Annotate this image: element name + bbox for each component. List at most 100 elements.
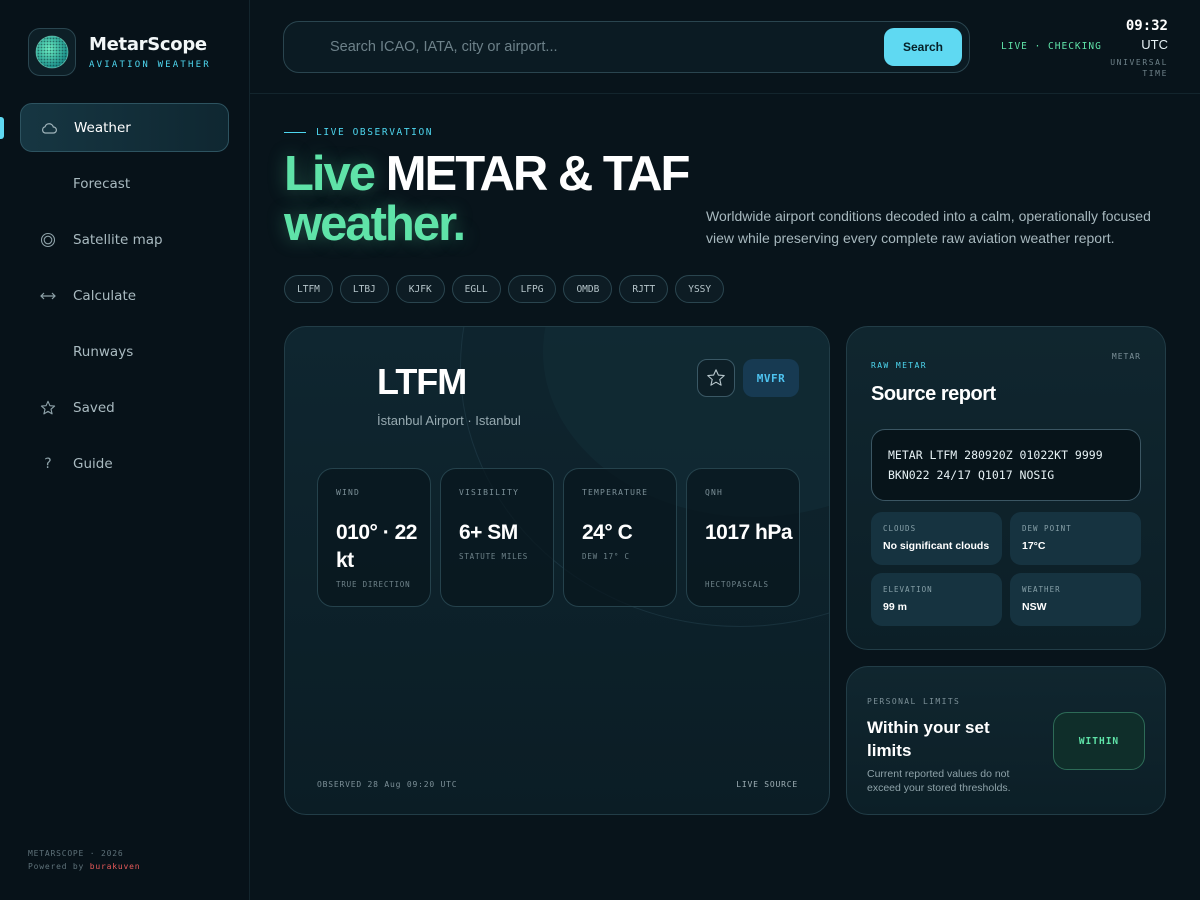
- utc-clock: 09:32 UTC UNIVERSAL TIME: [1110, 18, 1168, 79]
- metric-value: 010° · 22 kt: [336, 521, 417, 572]
- brand-subtitle: AVIATION WEATHER: [89, 60, 211, 70]
- metric-sub: HECTOPASCALS: [705, 580, 769, 589]
- footer-author-link[interactable]: burakuven: [90, 862, 141, 871]
- metric-sub: DEW 17° C: [582, 552, 630, 561]
- eyebrow-text: LIVE OBSERVATION: [316, 127, 434, 138]
- live-source-label: LIVE SOURCE: [736, 780, 798, 789]
- raw-eyebrow: RAW METAR: [871, 361, 927, 370]
- metric-value: 24° C: [582, 521, 633, 544]
- tile-value: No significant clouds: [883, 540, 990, 552]
- sidebar-item-runways[interactable]: Runways: [20, 327, 229, 376]
- sidebar-footer: METARSCOPE · 2026 Powered by burakuven: [28, 847, 140, 873]
- within-limits-badge[interactable]: WITHIN: [1053, 712, 1145, 770]
- globe-logo-icon: [28, 28, 76, 76]
- metric-label: VISIBILITY: [459, 488, 520, 497]
- sidebar: MetarScope AVIATION WEATHER Weather Fore…: [0, 0, 250, 900]
- personal-limits-panel: PERSONAL LIMITS Within your set limits C…: [846, 666, 1166, 815]
- hero-description: Worldwide airport conditions decoded int…: [706, 208, 1151, 246]
- target-icon: [38, 230, 58, 250]
- metric-temperature: TEMPERATURE 24° C DEW 17° C: [563, 468, 677, 607]
- top-bar: Search LIVE · CHECKING 09:32 UTC UNIVERS…: [250, 0, 1200, 94]
- search-bar: Search: [283, 21, 970, 73]
- sidebar-item-guide[interactable]: ? Guide: [20, 439, 229, 488]
- tile-weather: WEATHER NSW: [1010, 573, 1141, 626]
- sidebar-item-label: Guide: [73, 455, 113, 472]
- decoded-grid: CLOUDS No significant clouds DEW POINT 1…: [871, 512, 1141, 626]
- airport-chip[interactable]: YSSY: [675, 275, 725, 303]
- tile-value: 99 m: [883, 601, 907, 613]
- clock-label: UNIVERSAL TIME: [1110, 57, 1168, 79]
- hero-eyebrow: LIVE OBSERVATION: [284, 127, 433, 138]
- question-icon: ?: [44, 455, 52, 472]
- metric-value: 6+ SM: [459, 521, 518, 544]
- nav-active-marker: [0, 117, 4, 139]
- tile-label: CLOUDS: [883, 524, 917, 533]
- brand[interactable]: MetarScope AVIATION WEATHER: [28, 28, 211, 76]
- sidebar-nav: Weather Forecast Satellite map Calculate…: [20, 103, 229, 495]
- sidebar-item-saved[interactable]: Saved: [20, 383, 229, 432]
- limits-title: Within your set limits: [867, 718, 990, 760]
- page-title: Live METAR & TAF weather.: [284, 149, 704, 249]
- airport-chip[interactable]: LTBJ: [339, 275, 389, 303]
- metric-sub: TRUE DIRECTION: [336, 580, 411, 589]
- sidebar-item-satellite-map[interactable]: Satellite map: [20, 215, 229, 264]
- limits-eyebrow: PERSONAL LIMITS: [867, 697, 961, 706]
- tile-label: DEW POINT: [1022, 524, 1072, 533]
- metric-label: WIND: [336, 488, 361, 497]
- observed-time: OBSERVED 28 Aug 09:20 UTC: [317, 780, 458, 789]
- cloud-icon: [39, 118, 59, 138]
- metric-qnh: QNH 1017 hPa HECTOPASCALS: [686, 468, 800, 607]
- tile-dew-point: DEW POINT 17°C: [1010, 512, 1141, 565]
- clock-time: 09:32: [1125, 18, 1168, 34]
- raw-metar-panel: RAW METAR METAR Source report METAR LTFM…: [846, 326, 1166, 650]
- eyebrow-line: [284, 132, 306, 133]
- live-status: LIVE · CHECKING: [1001, 41, 1102, 52]
- star-icon: [707, 369, 725, 386]
- search-button[interactable]: Search: [884, 28, 962, 66]
- footer-copyright: METARSCOPE · 2026: [28, 849, 124, 858]
- raw-metar-line: BKN022 24/17 Q1017 NOSIG: [888, 468, 1055, 482]
- footer-powered-prefix: Powered by: [28, 862, 85, 871]
- metrics-row: WIND 010° · 22 kt TRUE DIRECTION VISIBIL…: [317, 468, 809, 607]
- clock-label-line: UNIVERSAL: [1110, 58, 1168, 67]
- tile-label: ELEVATION: [883, 585, 933, 594]
- airport-chip[interactable]: RJTT: [619, 275, 669, 303]
- station-code: LTFM: [377, 361, 467, 402]
- title-main: METAR & TAF: [385, 147, 691, 201]
- station-name: İstanbul Airport · Istanbul: [377, 413, 521, 428]
- tile-value: NSW: [1022, 601, 1047, 613]
- airport-chip[interactable]: EGLL: [451, 275, 501, 303]
- raw-metar-text[interactable]: METAR LTFM 280920Z 01022KT 9999 BKN022 2…: [871, 429, 1141, 501]
- title-accent: Live: [284, 147, 376, 201]
- clock-label-line: TIME: [1142, 69, 1168, 78]
- title-accent: weather.: [284, 197, 466, 251]
- tile-value: 17°C: [1022, 540, 1046, 552]
- airport-chip[interactable]: OMDB: [563, 275, 613, 303]
- search-input[interactable]: [330, 22, 870, 72]
- metric-visibility: VISIBILITY 6+ SM STATUTE MILES: [440, 468, 554, 607]
- brand-name: MetarScope: [89, 34, 207, 55]
- sidebar-item-forecast[interactable]: Forecast: [20, 159, 229, 208]
- sidebar-item-label: Forecast: [73, 175, 131, 192]
- sidebar-item-weather[interactable]: Weather: [20, 103, 229, 152]
- sidebar-item-label: Satellite map: [73, 231, 163, 248]
- airport-chip[interactable]: KJFK: [395, 275, 445, 303]
- metric-sub: STATUTE MILES: [459, 552, 529, 561]
- tile-clouds: CLOUDS No significant clouds: [871, 512, 1002, 565]
- airport-chips: LTFM LTBJ KJFK EGLL LFPG OMDB RJTT YSSY: [284, 275, 731, 303]
- clock-zone: UTC: [1141, 37, 1168, 52]
- tile-label: WEATHER: [1022, 585, 1061, 594]
- footer-powered-by: Powered by burakuven: [28, 860, 140, 873]
- favorite-button[interactable]: [697, 359, 735, 397]
- sidebar-item-label: Calculate: [73, 287, 137, 304]
- airport-chip[interactable]: LTFM: [284, 275, 333, 303]
- sidebar-item-label: Weather: [74, 119, 131, 136]
- sidebar-item-label: Runways: [73, 343, 134, 360]
- raw-title: Source report: [871, 383, 996, 405]
- airport-chip[interactable]: LFPG: [507, 275, 557, 303]
- metric-wind: WIND 010° · 22 kt TRUE DIRECTION: [317, 468, 431, 607]
- raw-metar-line: METAR LTFM 280920Z 01022KT 9999: [888, 448, 1103, 462]
- metric-value: 1017 hPa: [705, 521, 793, 544]
- sidebar-item-calculate[interactable]: Calculate: [20, 271, 229, 320]
- station-card: LTFM İstanbul Airport · Istanbul MVFR WI…: [284, 326, 830, 815]
